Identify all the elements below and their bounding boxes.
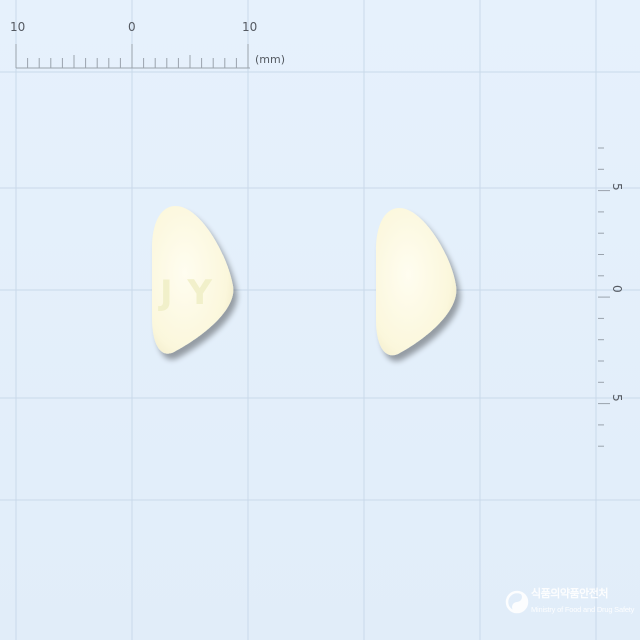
watermark-english: Ministry of Food and Drug Safety [531, 605, 635, 614]
top-ruler-label-left: 10 [10, 20, 25, 34]
pill-photo: 10 0 10 (mm) 5 0 5 JY 식품의약품안전처 Ministry … [0, 0, 640, 640]
top-ruler: 10 0 10 (mm) [10, 20, 285, 69]
side-ruler-ticks [598, 147, 610, 447]
watermark-korean: 식품의약품안전처 [531, 587, 608, 600]
ministry-logo-icon [505, 590, 529, 614]
top-ruler-ticks [15, 44, 249, 68]
grid-lines [0, 0, 640, 640]
side-ruler-label-zero: 0 [610, 285, 624, 293]
watermark: 식품의약품안전처 Ministry of Food and Drug Safet… [505, 583, 635, 623]
top-ruler-unit: (mm) [255, 53, 285, 66]
side-ruler-label-bottom: 5 [610, 394, 624, 402]
side-ruler-label-top: 5 [610, 183, 624, 191]
photo-canvas: 10 0 10 (mm) 5 0 5 JY [0, 0, 640, 640]
top-ruler-label-right: 10 [242, 20, 257, 34]
top-ruler-label-zero: 0 [128, 20, 136, 34]
side-ruler: 5 0 5 [598, 147, 624, 447]
pill-back [376, 207, 457, 356]
